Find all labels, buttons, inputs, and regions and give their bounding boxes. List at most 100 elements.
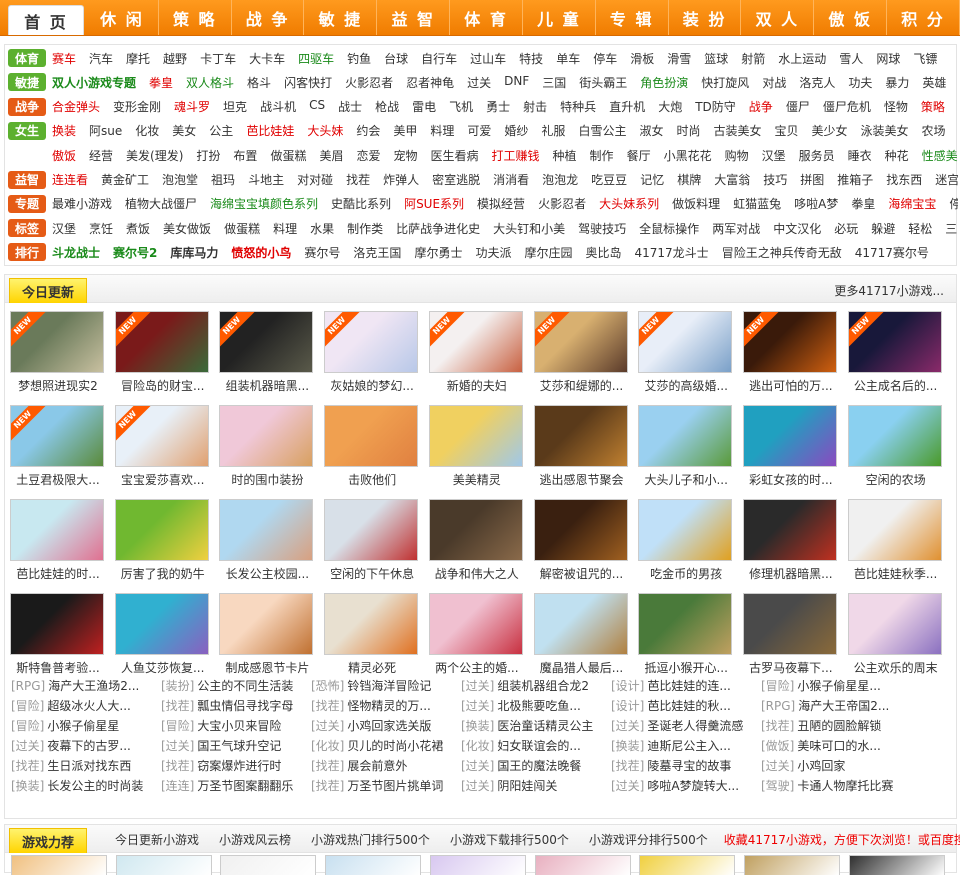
game-title[interactable]: 制成感恩节卡片 [215, 659, 319, 676]
nav-item-12[interactable]: 积 分 [887, 0, 960, 35]
list-category[interactable]: [找茬] [11, 759, 44, 773]
game-card[interactable]: 美美精灵 [428, 405, 525, 495]
game-card[interactable]: NEW 梦想照进现实2 [10, 311, 106, 401]
list-item[interactable]: [过关] 圣诞老人得羹流感 [611, 717, 761, 734]
game-thumbnail[interactable]: NEW [114, 311, 209, 373]
category-link[interactable]: 制作 [590, 147, 614, 164]
category-link[interactable]: 恋爱 [356, 147, 380, 164]
list-category[interactable]: [过关] [461, 779, 494, 793]
category-link[interactable]: 美眉 [319, 147, 343, 164]
game-card[interactable]: 彩虹女孩的时... [742, 405, 839, 495]
category-link[interactable]: 大卡车 [249, 50, 285, 67]
list-item[interactable]: [过关] 小鸡回家 [761, 757, 911, 774]
game-card[interactable]: 制成感恩节卡片 [219, 593, 315, 683]
category-link[interactable]: 赛车 [52, 50, 76, 67]
game-title[interactable]: 冒险岛的财宝... [111, 377, 215, 394]
list-title[interactable]: 小鸡回家选关版 [347, 719, 431, 733]
category-link[interactable]: 黄金矿工 [101, 171, 149, 188]
category-link[interactable]: 找东西 [886, 171, 922, 188]
category-link[interactable]: 经营 [89, 147, 113, 164]
category-link[interactable]: 做蛋糕 [270, 147, 306, 164]
category-link[interactable]: 推箱子 [837, 171, 873, 188]
category-link[interactable]: 布置 [233, 147, 257, 164]
list-title[interactable]: 卡通人物摩托比赛 [797, 779, 893, 793]
category-link[interactable]: 直升机 [609, 98, 645, 115]
category-link[interactable]: 赛尔号 [304, 244, 340, 261]
game-card[interactable]: NEW 新婚的夫妇 [428, 311, 525, 401]
category-link[interactable]: 大富翁 [714, 171, 750, 188]
category-link[interactable]: 摩尔勇士 [414, 244, 462, 261]
game-thumbnail[interactable]: NEW [10, 311, 104, 373]
game-card[interactable]: 空闲的农场 [847, 405, 944, 495]
game-title[interactable]: 逃出感恩节聚会 [530, 471, 634, 488]
category-link[interactable]: 医生看病 [431, 147, 479, 164]
game-card[interactable]: 修理机器暗黑... [742, 499, 839, 589]
category-link[interactable]: 购物 [725, 147, 749, 164]
game-thumbnail[interactable] [219, 593, 314, 655]
game-title[interactable]: 灰姑娘的梦幻... [320, 377, 424, 394]
category-link[interactable]: 台球 [384, 50, 408, 67]
category-link[interactable]: 白雪公主 [578, 122, 626, 139]
game-card[interactable]: 芭比娃娃的时... [10, 499, 106, 589]
list-category[interactable]: [恐怖] [311, 679, 344, 693]
category-link[interactable]: 大炮 [658, 98, 682, 115]
list-item[interactable]: [过关] 夜幕下的古罗... [11, 737, 161, 754]
category-link[interactable]: 41717龙斗士 [635, 244, 709, 261]
game-title[interactable]: 彩虹女孩的时... [739, 471, 843, 488]
game-card[interactable]: 厉害了我的奶牛 [114, 499, 211, 589]
game-thumbnail[interactable] [847, 499, 942, 561]
list-title[interactable]: 阴阳娃闯关 [497, 779, 557, 793]
category-link[interactable]: 水果 [310, 220, 334, 237]
category-link[interactable]: 射击 [523, 98, 547, 115]
game-card[interactable]: 战争和伟大之人 [428, 499, 525, 589]
category-link[interactable]: 公主 [209, 122, 233, 139]
category-link[interactable]: 滑雪 [667, 50, 691, 67]
category-link[interactable]: 淑女 [639, 122, 663, 139]
category-link[interactable]: 必玩 [834, 220, 858, 237]
recommend-thumbnail[interactable] [639, 855, 736, 875]
game-title[interactable]: 梦想照进现实2 [6, 377, 110, 394]
game-thumbnail[interactable] [742, 405, 837, 467]
game-title[interactable]: 美美精灵 [425, 471, 529, 488]
list-title[interactable]: 陵墓寻宝的故事 [647, 759, 731, 773]
nav-item-10[interactable]: 双 人 [741, 0, 815, 35]
game-card[interactable]: NEW 艾莎和缇娜的... [533, 311, 630, 401]
list-title[interactable]: 美味可口的水... [797, 739, 880, 753]
list-title[interactable]: 哆啦A梦旋转大... [647, 779, 739, 793]
game-title[interactable]: 芭比娃娃的时... [6, 565, 110, 582]
category-link[interactable]: 摩托 [126, 50, 150, 67]
game-card[interactable]: 公主欢乐的周末 [847, 593, 944, 683]
category-link[interactable]: 赛尔号2 [113, 244, 157, 261]
game-thumbnail[interactable] [219, 405, 314, 467]
game-title[interactable]: 厉害了我的奶牛 [111, 565, 215, 582]
nav-item-8[interactable]: 专 辑 [596, 0, 669, 35]
list-title[interactable]: 丑陋的圆脸解锁 [797, 719, 881, 733]
list-item[interactable]: [找茬] 瓢虫情侣寻找字母 [161, 697, 311, 714]
list-category[interactable]: [冒险] [11, 719, 44, 733]
recommend-thumbnail[interactable] [534, 855, 631, 875]
list-title[interactable]: 长发公主的时尚装 [47, 779, 143, 793]
category-link[interactable]: 礼服 [541, 122, 565, 139]
category-link[interactable]: 忍者神龟 [406, 74, 454, 91]
category-link[interactable]: 驾驶技巧 [578, 220, 626, 237]
list-item[interactable]: [设计] 芭比娃娃的秋... [611, 697, 761, 714]
recommend-link[interactable]: 今日更新小游戏 [115, 831, 199, 848]
game-title[interactable]: 大头儿子和小... [634, 471, 738, 488]
list-category[interactable]: [换装] [611, 739, 644, 753]
list-item[interactable]: [冒险] 大宝小贝来冒险 [161, 717, 311, 734]
category-link[interactable]: 服务员 [799, 147, 835, 164]
category-link[interactable]: 怪物 [884, 98, 908, 115]
game-thumbnail[interactable]: NEW [847, 311, 942, 373]
category-link[interactable]: 小黑花花 [664, 147, 712, 164]
category-link[interactable]: DNF [504, 74, 529, 91]
category-link[interactable]: 拼图 [800, 171, 824, 188]
list-category[interactable]: [找茬] [311, 779, 344, 793]
category-link[interactable]: 变形金刚 [113, 98, 161, 115]
list-item[interactable]: [过关] 国王的魔法晚餐 [461, 757, 611, 774]
category-link[interactable]: 植物大战僵尸 [125, 195, 197, 212]
category-link[interactable]: 汉堡 [762, 147, 786, 164]
category-link[interactable]: 飞机 [449, 98, 473, 115]
category-link[interactable]: 火影忍者 [538, 195, 586, 212]
list-item[interactable]: [换装] 长发公主的时尚装 [11, 777, 161, 794]
list-title[interactable]: 贝儿的时尚小花裙 [347, 739, 443, 753]
